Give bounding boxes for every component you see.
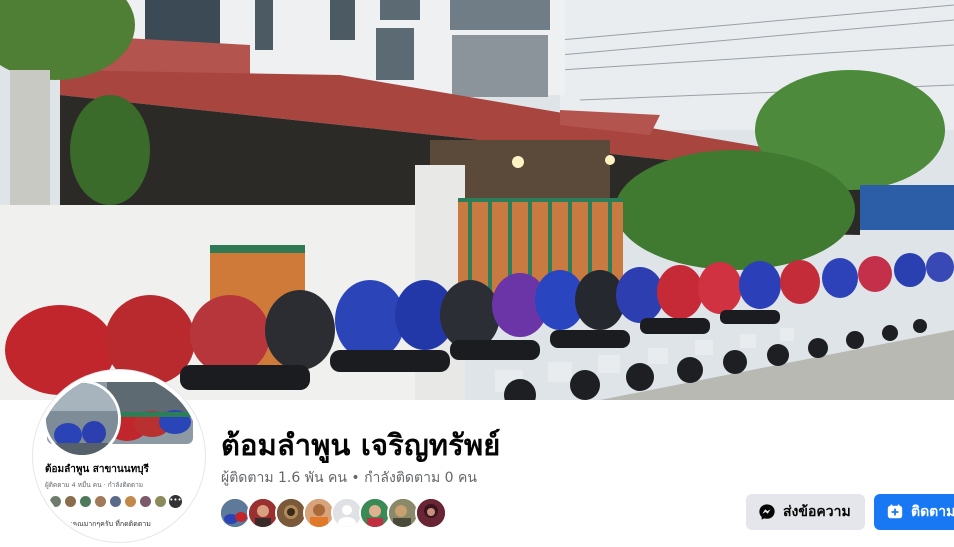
mini-avatar	[124, 495, 137, 508]
message-button-label: ส่งข้อความ	[783, 504, 851, 520]
cover-photo[interactable]	[0, 0, 954, 400]
messenger-icon	[759, 504, 775, 520]
mini-avatar	[64, 495, 77, 508]
page-title: ต้อมลำพูน เจริญทรัพย์	[221, 428, 501, 462]
mini-avatar	[109, 495, 122, 508]
profile-picture-caption: ขอบคุณมากๆครับ ที่กดติดตาม	[59, 520, 151, 528]
mini-avatar	[49, 495, 62, 508]
more-icon: •••	[169, 495, 182, 508]
mini-avatar	[94, 495, 107, 508]
profile-picture-followers: ผู้ติดตาม 4 หมื่น คน · กำลังติดตาม	[45, 481, 144, 489]
profile-picture-name: ต้อมลำพูน สาขานนทบุรี	[45, 464, 149, 475]
mini-avatar	[139, 495, 152, 508]
cover-photo-image	[0, 0, 954, 400]
follow-button-label: ติดตาม	[911, 504, 954, 520]
follower-avatars	[219, 497, 447, 529]
profile-picture[interactable]: ต้อมลำพูน สาขานนทบุรี ผู้ติดตาม 4 หมื่น …	[33, 370, 205, 542]
follower-avatar[interactable]	[415, 497, 447, 529]
profile-picture-image: ต้อมลำพูน สาขานนทบุรี ผู้ติดตาม 4 หมื่น …	[37, 374, 201, 538]
follower-stats[interactable]: ผู้ติดตาม 1.6 พัน คน • กำลังติดตาม 0 คน	[221, 467, 477, 489]
profile-picture-follower-avatars: •••	[49, 495, 182, 508]
mini-avatar	[79, 495, 92, 508]
message-button[interactable]: ส่งข้อความ	[746, 494, 865, 530]
follow-icon	[887, 504, 903, 519]
mini-avatar	[154, 495, 167, 508]
follow-button[interactable]: ติดตาม	[874, 494, 954, 530]
profile-picture-inner-photo	[43, 380, 121, 458]
facebook-page-header: ต้อมลำพูน สาขานนทบุรี ผู้ติดตาม 4 หมื่น …	[0, 0, 954, 547]
